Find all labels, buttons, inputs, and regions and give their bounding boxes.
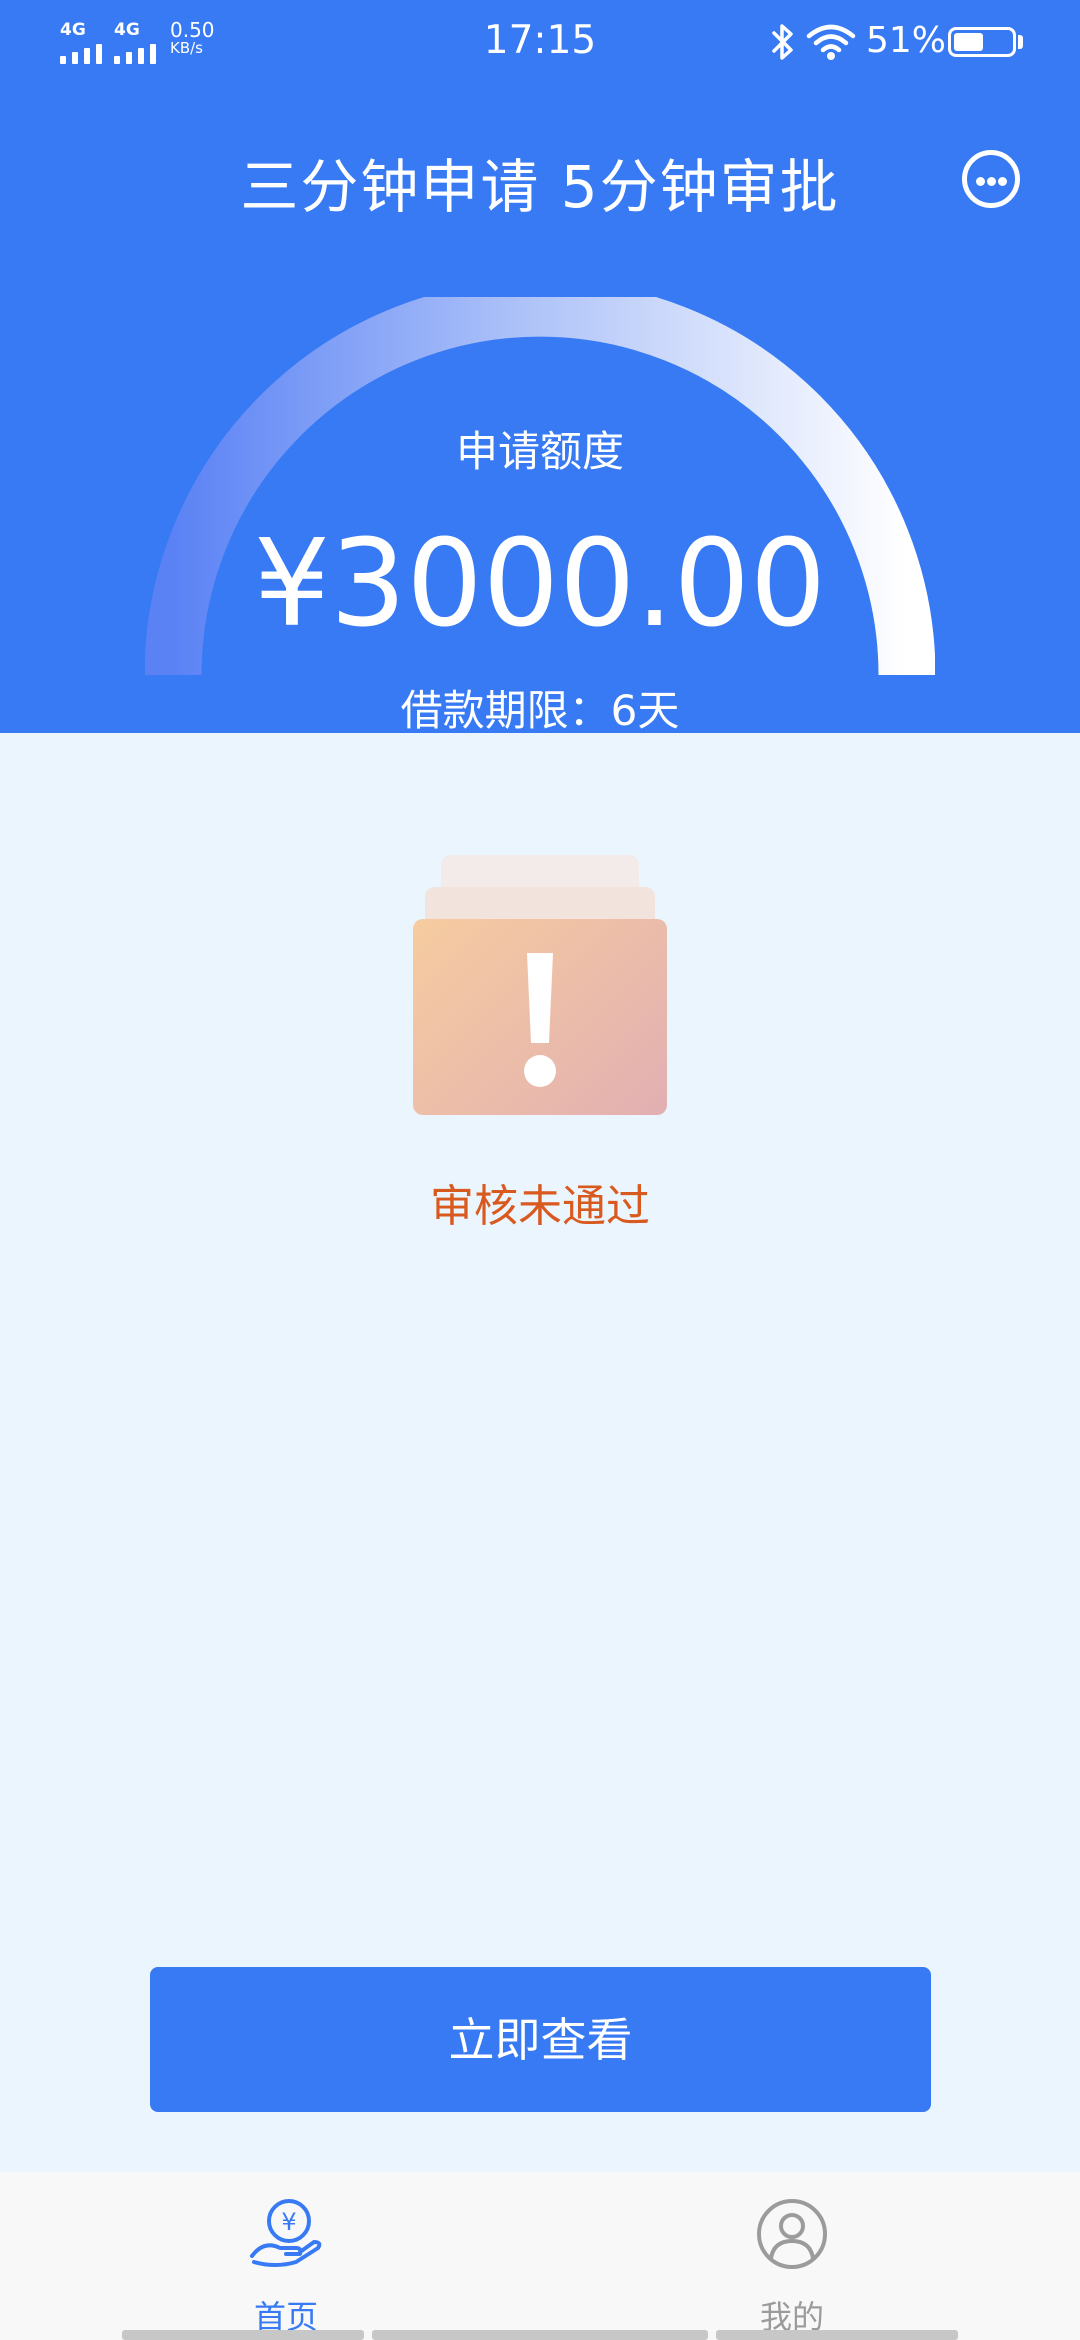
quota-amount: ¥3000.00 (253, 515, 827, 654)
loan-term: 借款期限：6天 (400, 686, 680, 735)
battery-icon (948, 27, 1016, 57)
nav-gesture-bar (122, 2330, 364, 2340)
header-banner: 4G 4G 0.50 KB/s 17:15 51% 三分钟申请 5分钟审批 申请… (0, 0, 1080, 735)
status-bar: 4G 4G 0.50 KB/s 17:15 51% (0, 0, 1080, 86)
tab-mine[interactable]: 我的 (682, 2172, 902, 2340)
bluetooth-icon (772, 24, 793, 60)
home-icon-glyph: ¥ (281, 2208, 296, 2236)
tab-home[interactable]: ¥ 首页 (176, 2172, 396, 2340)
battery-percent: 51% (866, 20, 947, 61)
quota-label: 申请额度 (455, 427, 624, 476)
nav-gesture-bar (716, 2330, 958, 2340)
chat-icon[interactable] (962, 150, 1020, 208)
warning-icon (413, 855, 667, 1115)
tab-bar: ¥ 首页 我的 (0, 2172, 1080, 2340)
wifi-icon (806, 24, 856, 60)
review-status-text: 审核未通过 (430, 1181, 650, 1232)
page-title: 三分钟申请 5分钟审批 (240, 153, 840, 221)
view-now-button[interactable]: 立即查看 (150, 1967, 931, 2112)
user-icon (757, 2199, 827, 2269)
nav-gesture-bar (372, 2330, 708, 2340)
battery-cap (1018, 35, 1023, 49)
home-loan-icon: ¥ (250, 2199, 322, 2267)
